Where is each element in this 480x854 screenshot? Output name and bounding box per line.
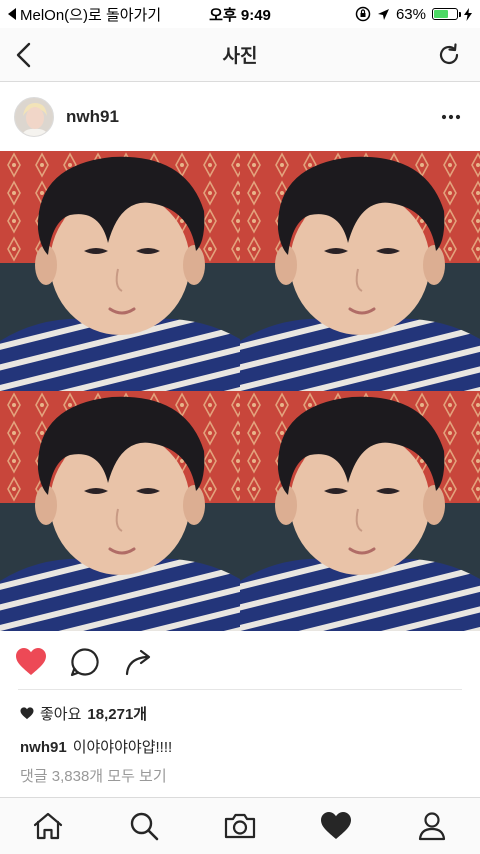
camera-icon: [224, 813, 256, 839]
caption: nwh91 이야야야야얍!!!!: [20, 736, 172, 757]
refresh-button[interactable]: [432, 38, 466, 72]
share-button[interactable]: [122, 645, 156, 679]
post-username[interactable]: nwh91: [66, 107, 119, 127]
back-button[interactable]: [8, 38, 42, 72]
back-app-label: MelOn(으)로 돌아가기: [20, 6, 162, 24]
post-actions: [0, 641, 480, 683]
status-bar: MelOn(으)로 돌아가기 오후 9:49 63%: [0, 0, 480, 28]
page-title: 사진: [222, 46, 258, 67]
post-header: nwh91: [0, 83, 480, 151]
battery-level: [434, 10, 448, 18]
more-horizontal-icon: [441, 114, 461, 120]
more-options-button[interactable]: [436, 102, 466, 132]
caption-text: 이야야야야얍!!!!: [72, 739, 173, 756]
tab-bar: [0, 797, 480, 854]
actions-divider: [18, 689, 462, 690]
location-icon: [377, 8, 389, 20]
back-triangle-icon: [8, 8, 16, 20]
search-icon: [130, 812, 159, 841]
likes-row[interactable]: 좋아요 18,271개: [20, 703, 147, 724]
tab-search[interactable]: [120, 802, 168, 850]
comment-icon: [70, 648, 99, 677]
view-all-comments-link[interactable]: 댓글 3,838개 모두 보기: [20, 765, 167, 786]
chevron-left-icon: [16, 42, 31, 68]
avatar-image: [15, 98, 53, 136]
post-photo[interactable]: [0, 151, 480, 631]
home-icon: [33, 812, 63, 840]
rotation-lock-icon: [355, 6, 371, 22]
heart-icon: [321, 812, 351, 839]
back-to-app-link[interactable]: MelOn(으)로 돌아가기: [8, 4, 161, 25]
battery-percent: 63%: [395, 5, 426, 23]
caption-username[interactable]: nwh91: [20, 739, 67, 756]
charging-icon: [464, 7, 472, 21]
share-arrow-icon: [125, 649, 151, 676]
like-button[interactable]: [14, 645, 48, 679]
avatar[interactable]: [14, 97, 54, 137]
tab-activity[interactable]: [312, 802, 360, 850]
likes-label: 좋아요: [40, 706, 82, 723]
battery-icon: [432, 8, 461, 20]
heart-filled-icon: [16, 648, 46, 675]
tab-camera[interactable]: [216, 802, 264, 850]
tab-profile[interactable]: [408, 802, 456, 850]
refresh-icon: [439, 43, 459, 64]
nav-bar: 사진: [0, 28, 480, 82]
photo-grid: [0, 151, 480, 631]
likes-count: 18,271개: [87, 706, 148, 723]
comment-button[interactable]: [68, 645, 102, 679]
profile-icon: [418, 812, 446, 841]
heart-small-icon: [20, 707, 34, 720]
tab-home[interactable]: [24, 802, 72, 850]
